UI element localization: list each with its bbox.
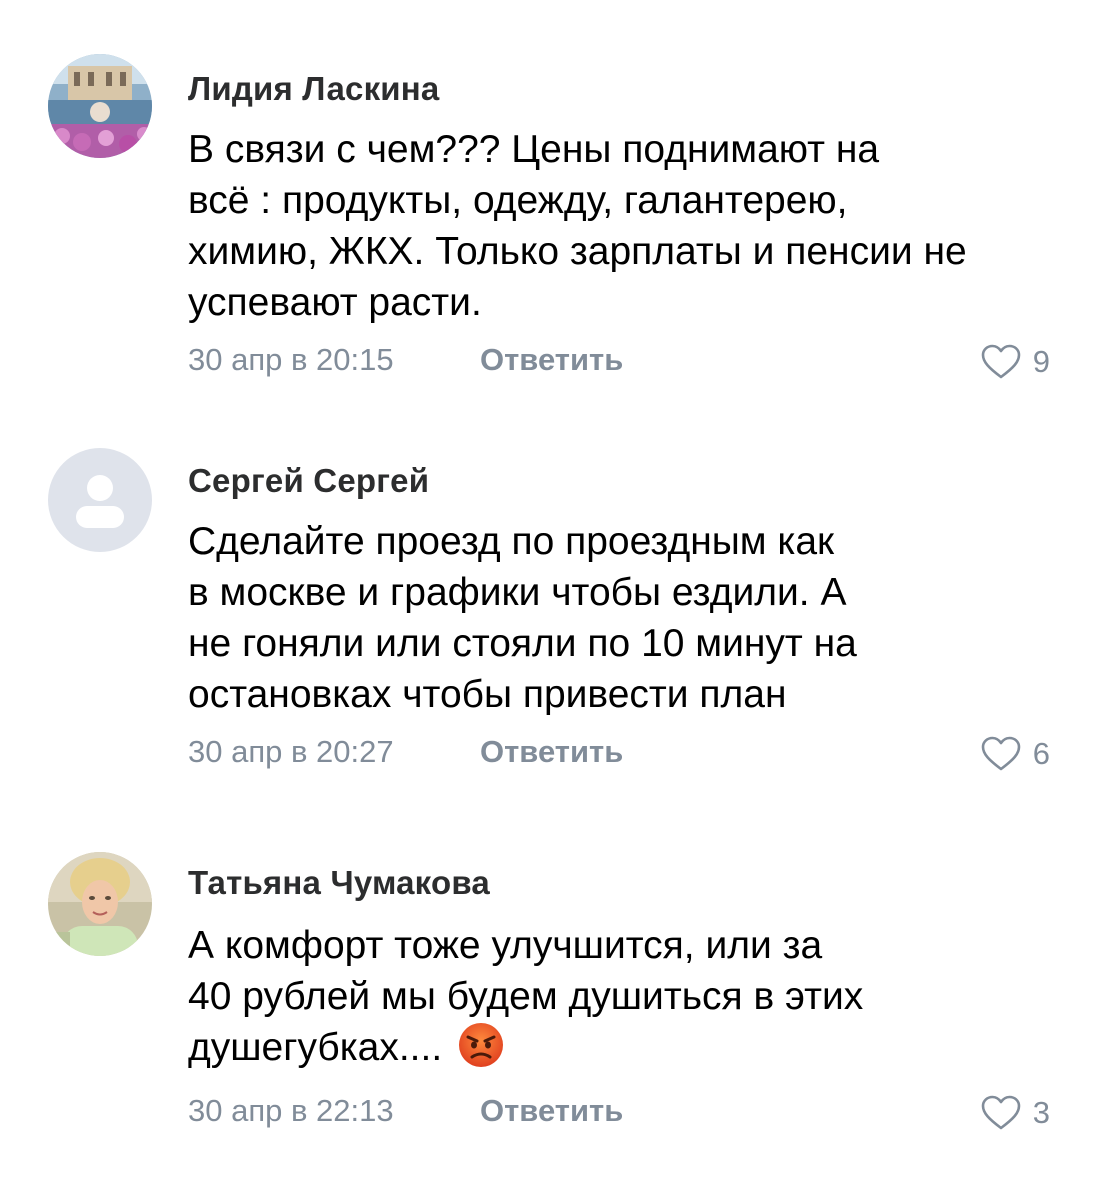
- heart-outline-icon: [981, 736, 1021, 771]
- avatar-photo-icon: [48, 54, 152, 158]
- comment-text-line: не гоняли или стояли по 10 минут на: [188, 622, 857, 665]
- comment-date: 30 апр в 22:13: [188, 1093, 394, 1128]
- comment-text-line: остановках чтобы привести план: [188, 673, 787, 716]
- like-count: 6: [1032, 736, 1050, 771]
- angry-face-emoji: [458, 1022, 504, 1081]
- comment-text-line: в москве и графики чтобы ездили. А: [188, 571, 847, 614]
- like-count: 9: [1032, 344, 1050, 379]
- comment-text-line: всё : продукты, одежду, галантерею,: [188, 179, 848, 222]
- comment-date: 30 апр в 20:15: [188, 342, 394, 377]
- like-button[interactable]: 3: [981, 1093, 1050, 1133]
- comment-text-line: душегубках....: [188, 1022, 1068, 1081]
- comment-text: В связи с чем??? Цены поднимают на всё :…: [188, 124, 1068, 328]
- heart-outline-icon: [981, 1095, 1021, 1130]
- comment-author[interactable]: Татьяна Чумакова: [188, 864, 490, 902]
- comment-date: 30 апр в 20:27: [188, 734, 394, 769]
- comment-text-line: 40 рублей мы будем душиться в этих: [188, 975, 864, 1018]
- comment-text-line: Сделайте проезд по проездным как: [188, 520, 835, 563]
- comment-author[interactable]: Лидия Ласкина: [188, 70, 439, 108]
- comment-text-line: А комфорт тоже улучшится, или за: [188, 924, 823, 967]
- angry-face-icon: [459, 1023, 504, 1067]
- comment-author[interactable]: Сергей Сергей: [188, 462, 429, 500]
- avatar[interactable]: [48, 852, 152, 956]
- comment-text: Сделайте проезд по проездным как в москв…: [188, 516, 1068, 720]
- heart-outline-icon: [981, 344, 1021, 379]
- comment-meta: 30 апр в 22:13 Ответить 3: [188, 1093, 1050, 1133]
- avatar[interactable]: [48, 54, 152, 158]
- avatar[interactable]: [48, 448, 152, 552]
- comment-text-line: успевают расти.: [188, 281, 482, 324]
- reply-button[interactable]: Ответить: [480, 342, 623, 378]
- comment-text-fragment: душегубках....: [188, 1026, 443, 1069]
- like-button[interactable]: 6: [981, 734, 1050, 774]
- comment-meta: 30 апр в 20:27 Ответить 6: [188, 734, 1050, 774]
- reply-button[interactable]: Ответить: [480, 1093, 623, 1129]
- like-count: 3: [1032, 1095, 1050, 1130]
- user-silhouette-icon: [48, 448, 152, 552]
- comment-text: А комфорт тоже улучшится, или за 40 рубл…: [188, 920, 1068, 1081]
- comment-text-line: В связи с чем??? Цены поднимают на: [188, 128, 880, 171]
- comment-text-line: химию, ЖКХ. Только зарплаты и пенсии не: [188, 230, 967, 273]
- like-button[interactable]: 9: [981, 342, 1050, 382]
- avatar-photo-icon: [48, 852, 152, 956]
- comment-meta: 30 апр в 20:15 Ответить 9: [188, 342, 1050, 382]
- reply-button[interactable]: Ответить: [480, 734, 623, 770]
